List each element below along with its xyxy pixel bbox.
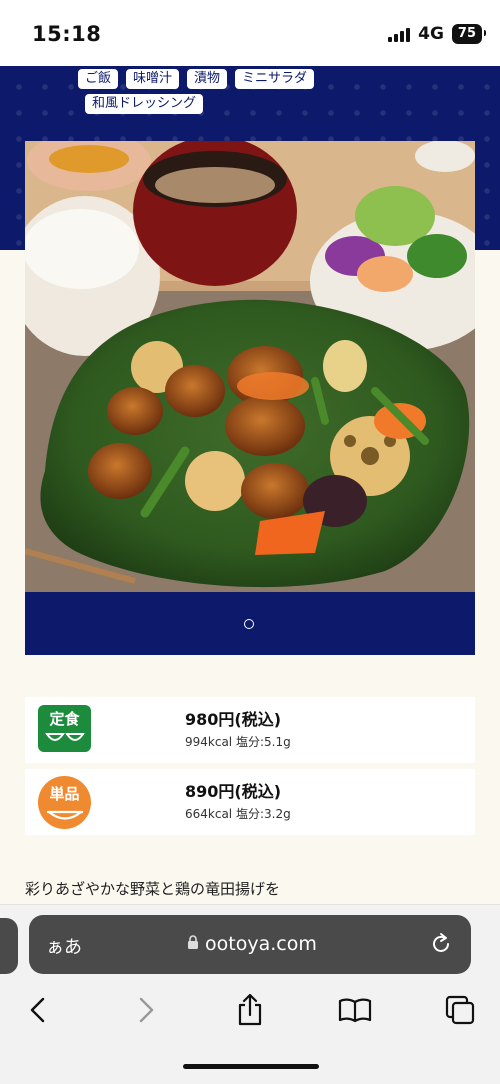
bookmarks-icon[interactable] [333, 988, 377, 1032]
set-meal-price: 980円(税込) [185, 710, 282, 729]
tag-dressing: 和風ドレッシング [85, 94, 204, 114]
price-card-single-item: 単品 890円(税込) 664kcal 塩分:3.2g [25, 769, 475, 835]
set-meal-badge-label: 定食 [49, 710, 80, 728]
price-card-set-meal: 定食 980円(税込) 994kcal 塩分:5.1g [25, 697, 475, 763]
lock-icon [187, 933, 199, 955]
signal-icon [388, 26, 411, 42]
reload-icon[interactable] [429, 932, 453, 960]
single-item-price-info: 890円(税込) 664kcal 塩分:3.2g [185, 778, 291, 822]
single-item-badge: 単品 [38, 776, 91, 829]
tag-row: ご飯 味噌汁 漬物 ミニサラダ [78, 69, 378, 89]
plate-icon [38, 809, 91, 825]
tag-pickles: 漬物 [187, 69, 228, 89]
back-icon[interactable] [16, 988, 60, 1032]
tabs-icon[interactable] [438, 988, 482, 1032]
single-item-nutrition: 664kcal 塩分:3.2g [185, 807, 291, 821]
page-settings-button[interactable]: ぁあ [46, 933, 82, 959]
battery-icon: 75 [451, 24, 487, 44]
share-icon[interactable] [228, 988, 272, 1032]
url-display[interactable]: ootoya.com [187, 933, 317, 955]
carousel-indicator-bar [25, 592, 475, 655]
set-meal-nutrition: 994kcal 塩分:5.1g [185, 735, 291, 749]
address-bar[interactable]: ぁあ ootoya.com [29, 915, 471, 974]
status-indicators: 4G 75 [388, 24, 487, 44]
tag-mini-salad: ミニサラダ [235, 69, 315, 89]
single-item-badge-label: 単品 [49, 785, 80, 803]
set-contents-tags: ご飯 味噌汁 漬物 ミニサラダ 和風ドレッシング [78, 69, 378, 119]
single-item-price: 890円(税込) [185, 782, 282, 801]
set-meal-price-info: 980円(税込) 994kcal 塩分:5.1g [185, 706, 291, 750]
set-meal-badge: 定食 [38, 705, 91, 752]
tag-rice: ご飯 [78, 69, 119, 89]
status-bar: 15:18 4G 75 [0, 0, 500, 66]
home-indicator[interactable] [183, 1064, 319, 1069]
dish-description: 彩りあざやかな野菜と鶏の竜田揚げを [25, 880, 281, 898]
tag-miso-soup: 味噌汁 [126, 69, 180, 89]
previous-tab-preview[interactable] [0, 918, 18, 974]
carousel-dot[interactable] [244, 619, 254, 629]
bowls-icon [38, 730, 91, 748]
dish-photo[interactable] [25, 141, 475, 592]
network-type: 4G [418, 24, 444, 44]
url-text: ootoya.com [205, 933, 317, 955]
tag-row: 和風ドレッシング [85, 94, 378, 114]
dish-photo-illustration [25, 141, 475, 592]
forward-icon[interactable] [124, 988, 168, 1032]
status-time: 15:18 [32, 22, 102, 46]
browser-toolbar [0, 988, 500, 1032]
